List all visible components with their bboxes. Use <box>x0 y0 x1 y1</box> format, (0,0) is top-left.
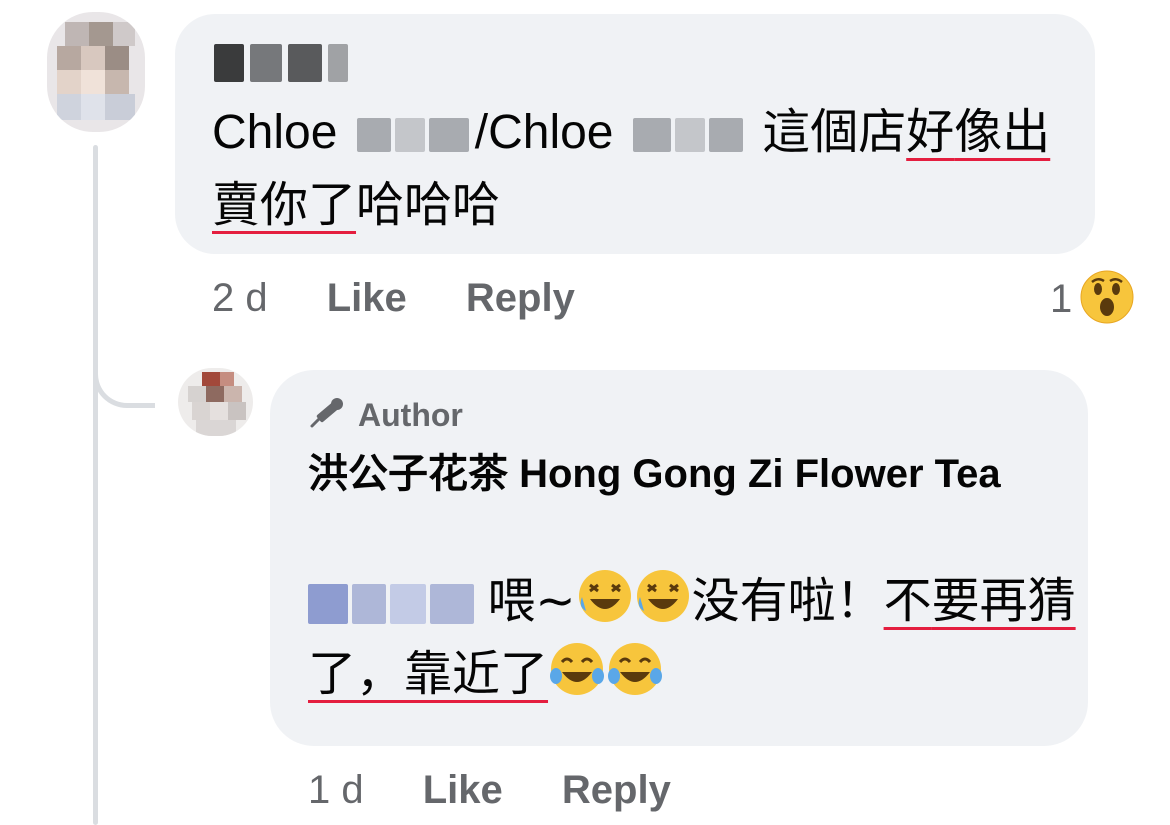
page-name[interactable]: 洪公子花茶 Hong Gong Zi Flower Tea <box>308 446 1068 502</box>
reaction-count: 1 <box>1050 277 1073 321</box>
comment-actions: 2 d Like Reply <box>212 276 623 321</box>
timestamp[interactable]: 2 d <box>212 276 268 320</box>
thread-line <box>93 145 98 825</box>
wow-emoji-icon <box>1080 270 1134 329</box>
avatar[interactable] <box>178 368 253 436</box>
reaction-summary[interactable]: 1 <box>1050 270 1134 329</box>
timestamp[interactable]: 1 d <box>308 768 364 812</box>
reply-actions: 1 d Like Reply <box>308 768 719 813</box>
microphone-icon <box>308 396 348 435</box>
author-badge: Author <box>308 396 463 435</box>
like-button[interactable]: Like <box>327 276 407 320</box>
reply-button[interactable]: Reply <box>466 276 575 320</box>
tears-of-joy-emoji-icon <box>606 640 664 698</box>
comment-text: Chloe /Chloe 這個店好像出賣你了哈哈哈 <box>212 104 1051 233</box>
rolling-laughing-emoji-icon <box>634 567 692 625</box>
thread-connector <box>93 330 155 408</box>
reply-button[interactable]: Reply <box>562 768 671 812</box>
like-button[interactable]: Like <box>423 768 503 812</box>
blurred-surname <box>356 118 469 153</box>
reply-text: 喂~ 没有啦！不要再猜了，靠近了 <box>308 565 1078 711</box>
avatar[interactable] <box>47 12 145 132</box>
blurred-surname <box>632 118 743 153</box>
commenter-name-blurred[interactable] <box>214 44 348 82</box>
mention-blurred[interactable] <box>308 584 474 625</box>
author-label: Author <box>358 397 463 433</box>
rolling-laughing-emoji-icon <box>576 567 634 625</box>
tears-of-joy-emoji-icon <box>548 640 606 698</box>
